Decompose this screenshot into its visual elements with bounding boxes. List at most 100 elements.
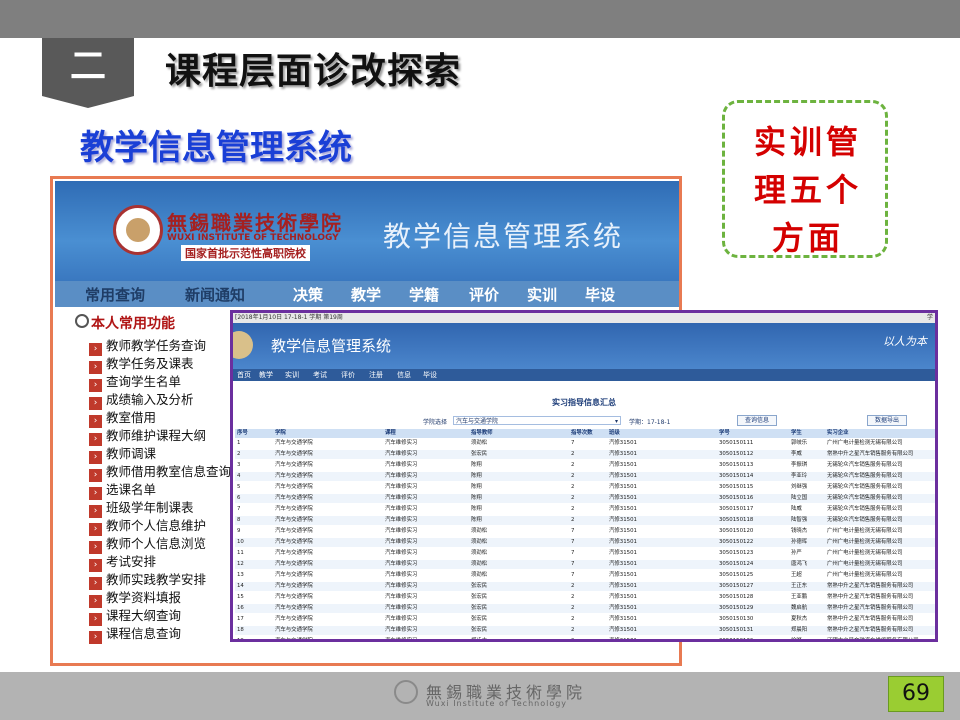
portal-nav-status[interactable]: 学籍 — [409, 284, 439, 305]
table-row[interactable]: 18 汽车与交通学院 汽车维修实习 张宏民 2 汽修31501 3050150131 郑晨阳 常… — [235, 626, 935, 635]
table-cell: 汽修31501 — [609, 506, 637, 512]
table-cell: 2 — [571, 484, 575, 490]
query-button[interactable]: 查询信息 — [737, 415, 777, 426]
table-cell: 张宏民 — [471, 616, 488, 622]
table-row[interactable]: 15 汽车与交通学院 汽车维修实习 张宏民 2 汽修31501 3050150128 王亚鹏 常… — [235, 593, 935, 602]
practice-status-bar: [2018年1月10日 17-18-1 学期 第19周 学 — [233, 313, 935, 323]
table-cell: 16 — [237, 605, 244, 611]
table-cell: 汽修31501 — [609, 473, 637, 479]
table-cell: 2 — [571, 616, 575, 622]
sidebar-item[interactable]: › 教师调课 — [89, 443, 156, 464]
table-row[interactable]: 3 汽车与交通学院 汽车维修实习 陈翔 2 汽修31501 3050150113 李振琪 无锡轮… — [235, 461, 935, 470]
sidebar-item-label: 教学资料填报 — [106, 590, 182, 605]
table-cell: 汽车维修实习 — [385, 506, 418, 512]
portal-nav-evaluation[interactable]: 评价 — [469, 284, 499, 305]
table-cell: 3050150129 — [719, 605, 754, 611]
practice-nav-exam[interactable]: 考试 — [313, 370, 327, 380]
table-row[interactable]: 4 汽车与交通学院 汽车维修实习 陈翔 2 汽修31501 3050150114 李亚玲 无锡轮… — [235, 472, 935, 481]
sidebar-item[interactable]: › 班级学年制课表 — [89, 497, 194, 518]
sidebar-item[interactable]: › 教师实践教学安排 — [89, 569, 206, 590]
table-cell: 汽车维修实习 — [385, 517, 418, 523]
table-cell: 汽车与交通学院 — [275, 484, 313, 490]
school-emblem-icon — [233, 331, 253, 359]
table-row[interactable]: 12 汽车与交通学院 汽车维修实习 须劲松 7 汽修31501 3050150124 唐鸿飞 广… — [235, 560, 935, 569]
table-row[interactable]: 7 汽车与交通学院 汽车维修实习 陈翔 2 汽修31501 3050150117 陆威 无锡轮众… — [235, 505, 935, 514]
table-cell: 广州广电计量检测无锡有限公司 — [827, 528, 903, 534]
sidebar-item[interactable]: › 课程信息查询 — [89, 623, 181, 644]
table-cell: 张宏民 — [471, 605, 488, 611]
export-button[interactable]: 数据导出 — [867, 415, 907, 426]
practice-nav-info[interactable]: 信息 — [397, 370, 411, 380]
table-row[interactable]: 8 汽车与交通学院 汽车维修实习 陈翔 2 汽修31501 3050150118 陆智强 无锡轮… — [235, 516, 935, 525]
sidebar-item[interactable]: › 考试安排 — [89, 551, 156, 572]
sidebar-item-label: 成绩输入及分析 — [106, 392, 194, 407]
practice-nav-training[interactable]: 实训 — [285, 370, 299, 380]
portal-nav-decision[interactable]: 决策 — [293, 284, 323, 305]
footer-emblem-icon — [394, 680, 418, 704]
table-cell: 汽车维修实习 — [385, 539, 418, 545]
practice-nav-evaluation[interactable]: 评价 — [341, 370, 355, 380]
table-row[interactable]: 2 汽车与交通学院 汽车维修实习 张宏民 2 汽修31501 3050150112 李威 常熟中… — [235, 450, 935, 459]
sidebar-item[interactable]: › 查询学生名单 — [89, 371, 181, 392]
sidebar-item[interactable]: › 教学任务及课表 — [89, 353, 194, 374]
table-row[interactable]: 1 汽车与交通学院 汽车维修实习 须劲松 7 汽修31501 3050150111 郭岐乐 广州… — [235, 439, 935, 448]
table-row[interactable]: 11 汽车与交通学院 汽车维修实习 须劲松 7 汽修31501 3050150123 孙严 广州… — [235, 549, 935, 558]
table-row[interactable]: 16 汽车与交通学院 汽车维修实习 张宏民 2 汽修31501 3050150129 魏启航 常… — [235, 604, 935, 613]
table-cell: 郑晨阳 — [791, 627, 808, 633]
table-cell: 2 — [571, 517, 575, 523]
sidebar-item[interactable]: › 选课名单 — [89, 479, 156, 500]
slide-title: 课程层面诊改探索 — [165, 51, 462, 92]
table-cell: 汽车维修实习 — [385, 440, 418, 446]
practice-nav-register[interactable]: 注册 — [369, 370, 383, 380]
table-row[interactable]: 14 汽车与交通学院 汽车维修实习 张宏民 2 汽修31501 3050150127 王正东 常… — [235, 582, 935, 591]
table-row[interactable]: 17 汽车与交通学院 汽车维修实习 张宏民 2 汽修31501 3050150130 夏秋杰 常… — [235, 615, 935, 624]
sidebar-item[interactable]: › 教师借用教室信息查询 — [89, 461, 231, 482]
portal-nav-common-query[interactable]: 常用查询 — [85, 284, 145, 305]
sidebar-item[interactable]: › 教师个人信息维护 — [89, 515, 206, 536]
table-cell: 王正东 — [791, 583, 808, 589]
college-select[interactable]: 汽车与交通学院 ▾ — [453, 416, 621, 425]
table-header-cell: 课程 — [385, 430, 396, 436]
sidebar-item[interactable]: › 成绩输入及分析 — [89, 389, 194, 410]
table-cell: 汽修31501 — [609, 583, 637, 589]
section-number: 二 — [69, 46, 106, 87]
sidebar-item[interactable]: › 教师维护课程大纲 — [89, 425, 206, 446]
sidebar-item[interactable]: › 教师教学任务查询 — [89, 335, 206, 356]
table-cell: 王超 — [791, 572, 802, 578]
table-row[interactable]: 9 汽车与交通学院 汽车维修实习 须劲松 7 汽修31501 3050150120 钱晓杰 广州… — [235, 527, 935, 536]
table-cell: 孙德晖 — [791, 539, 808, 545]
table-cell: 魏启航 — [791, 605, 808, 611]
table-cell: 常熟中升之星汽车销售服务有限公司 — [827, 594, 914, 600]
table-row[interactable]: 19 汽车与交通学院 汽车维修实习 郑步丰 2 汽修31501 3050150132 徐晔 江阴… — [235, 637, 935, 639]
table-row[interactable]: 5 汽车与交通学院 汽车维修实习 陈翔 2 汽修31501 3050150115 刘继强 无锡轮… — [235, 483, 935, 492]
portal-nav-training[interactable]: 实训 — [527, 284, 557, 305]
sidebar-item[interactable]: › 教师个人信息浏览 — [89, 533, 206, 554]
table-row[interactable]: 6 汽车与交通学院 汽车维修实习 陈翔 2 汽修31501 3050150116 陆立国 无锡轮… — [235, 494, 935, 503]
table-cell: 2 — [571, 583, 575, 589]
portal-nav-graduation[interactable]: 毕设 — [585, 284, 615, 305]
table-cell: 3050150115 — [719, 484, 754, 490]
practice-panel-title: 实习指导信息汇总 — [552, 398, 616, 407]
sidebar-item[interactable]: › 教学资料填报 — [89, 587, 182, 608]
portal-school-name: 無錫職業技術學院 — [167, 211, 343, 235]
table-cell: 7 — [571, 528, 575, 534]
sidebar-item[interactable]: › 课程大纲查询 — [89, 605, 181, 626]
table-cell: 3050150128 — [719, 594, 754, 600]
practice-status-text: [2018年1月10日 17-18-1 学期 第19周 — [235, 314, 343, 321]
sidebar-item[interactable]: › 教室借用 — [89, 407, 156, 428]
table-header-cell: 实习企业 — [827, 430, 849, 436]
table-cell: 12 — [237, 561, 244, 567]
table-cell: 汽修31501 — [609, 605, 637, 611]
table-header-row: 序号 学院 课程 指导教师 指导次数 班级 学号 学生 实习企业 — [235, 429, 935, 438]
portal-nav-news[interactable]: 新闻通知 — [185, 284, 245, 305]
portal-nav-teaching[interactable]: 教学 — [351, 284, 381, 305]
table-cell: 常熟中升之星汽车销售服务有限公司 — [827, 451, 914, 457]
practice-nav-home[interactable]: 首页 — [237, 370, 251, 380]
table-cell: 须劲松 — [471, 539, 488, 545]
table-row[interactable]: 13 汽车与交通学院 汽车维修实习 须劲松 7 汽修31501 3050150125 王超 广州… — [235, 571, 935, 580]
table-cell: 广州广电计量检测无锡有限公司 — [827, 561, 903, 567]
table-row[interactable]: 10 汽车与交通学院 汽车维修实习 须劲松 7 汽修31501 3050150122 孙德晖 广… — [235, 538, 935, 547]
table-cell: 无锡轮众汽车销售服务有限公司 — [827, 495, 903, 501]
practice-nav-graduation[interactable]: 毕设 — [423, 370, 437, 380]
practice-nav-teaching[interactable]: 教学 — [259, 370, 273, 380]
